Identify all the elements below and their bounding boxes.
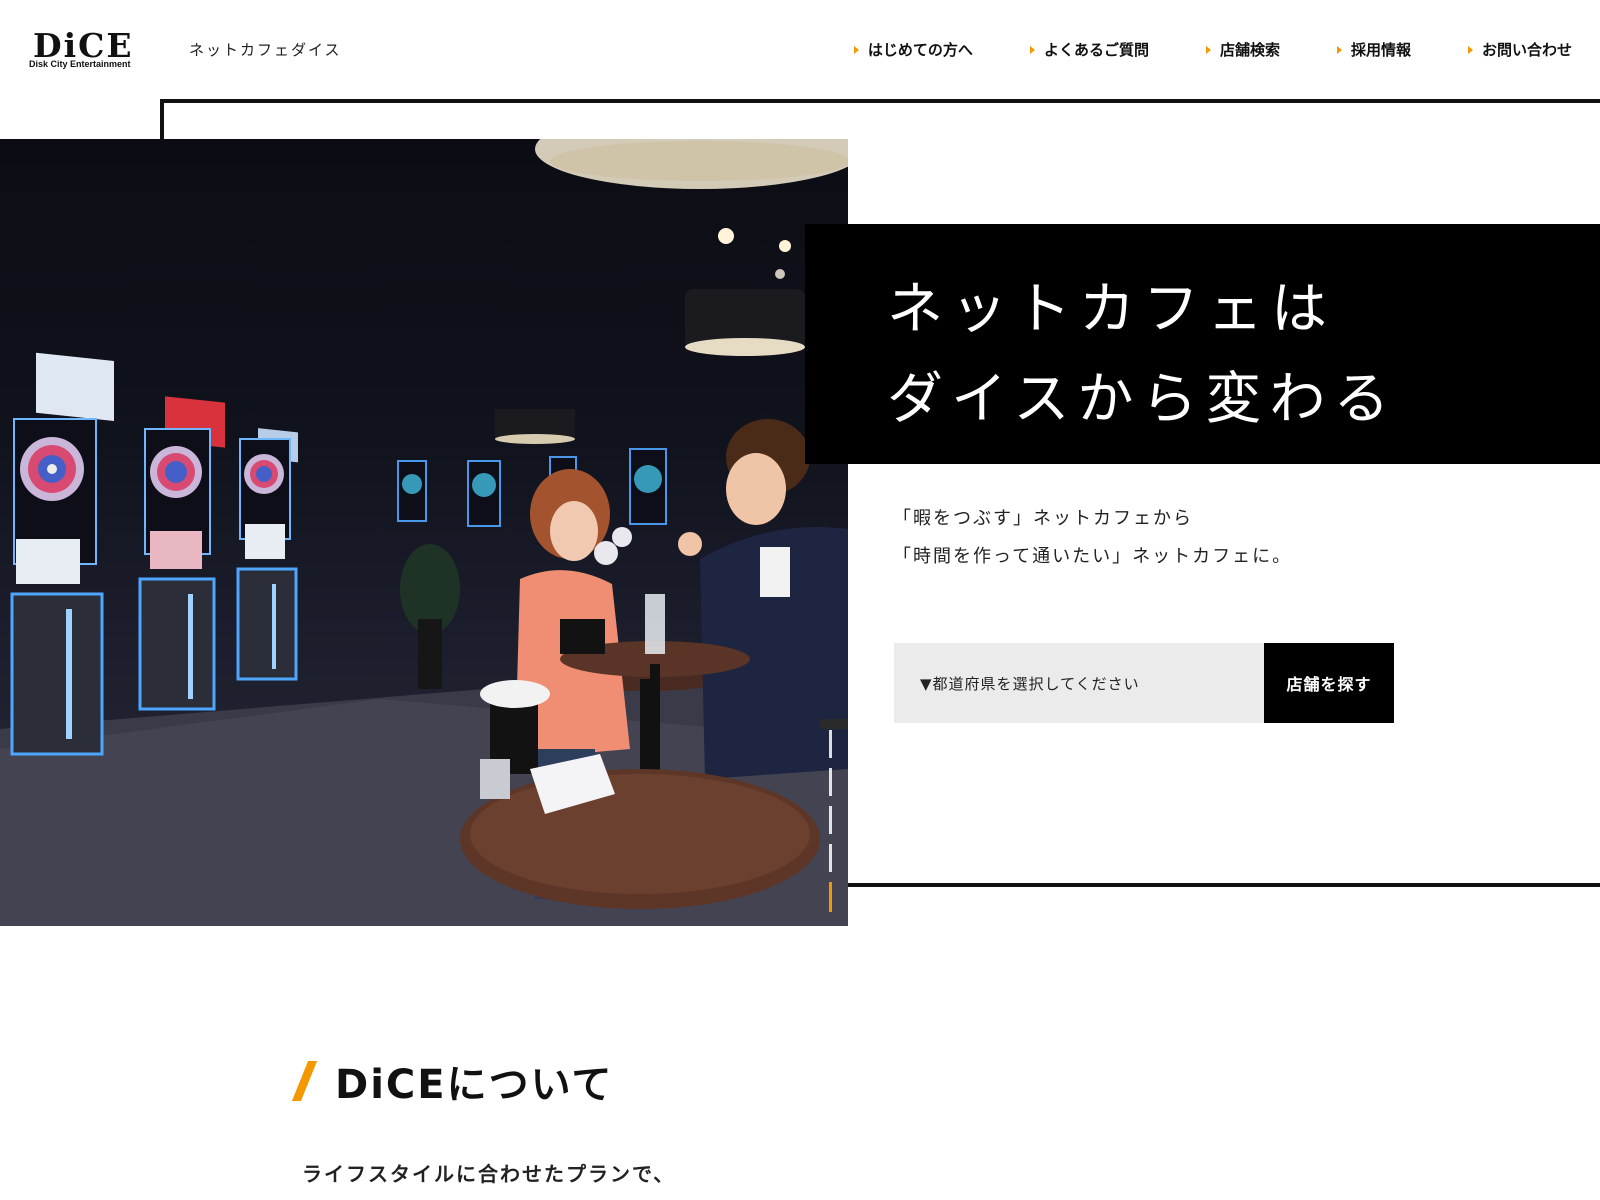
hero-lead-line1: 「暇をつぶす」ネットカフェから <box>893 508 1193 529</box>
hero-lead-line2: 「時間を作って通いたい」ネットカフェに。 <box>893 546 1293 567</box>
site-name: ネットカフェダイス <box>189 41 342 59</box>
prefecture-select[interactable]: ▼都道府県を選択してください <box>894 643 1264 723</box>
hero-photo <box>0 139 848 926</box>
slide-dot[interactable] <box>829 844 832 872</box>
nav-label: 採用情報 <box>1350 41 1411 59</box>
slide-dot[interactable] <box>829 730 832 758</box>
about-title: DiCEについて <box>335 1062 614 1108</box>
arrow-right-icon <box>1336 45 1342 54</box>
hero-frame-top-line <box>160 99 1600 103</box>
nav-item-faq[interactable]: よくあるご質問 <box>1029 39 1149 60</box>
slide-dot[interactable] <box>829 806 832 834</box>
hero-frame-left-line <box>160 99 164 139</box>
hero-frame-bottom-line <box>848 883 1600 887</box>
page: DiCE Disk City Entertainment ネットカフェダイス は… <box>0 0 1600 1200</box>
hero-title-panel: ネットカフェは ダイスから変わる <box>805 224 1600 464</box>
hero-lead: 「暇をつぶす」ネットカフェから 「時間を作って通いたい」ネットカフェに。 <box>893 500 1292 576</box>
nav-item-beginners[interactable]: はじめての方へ <box>853 39 973 60</box>
arrow-right-icon <box>1467 45 1473 54</box>
nav-item-store-search[interactable]: 店舗検索 <box>1205 39 1280 60</box>
store-search-button[interactable]: 店舗を探す <box>1264 643 1394 723</box>
about-text: ライフスタイルに合わせたプランで、 <box>302 1162 676 1186</box>
dice-logo[interactable]: DiCE Disk City Entertainment <box>29 26 159 72</box>
about-heading: DiCEについて <box>291 1052 614 1110</box>
nav-label: はじめての方へ <box>867 41 973 59</box>
darts-bar-illustration <box>0 139 848 926</box>
nav-item-contact[interactable]: お問い合わせ <box>1467 39 1572 60</box>
slash-accent-icon <box>291 1061 318 1101</box>
logo-subtext: Disk City Entertainment <box>29 59 131 69</box>
hero-title-line2: ダイスから変わる <box>887 367 1398 432</box>
nav-item-recruit[interactable]: 採用情報 <box>1336 39 1411 60</box>
nav-label: よくあるご質問 <box>1043 41 1149 59</box>
hero-title-line1: ネットカフェは <box>887 277 1335 342</box>
arrow-right-icon <box>1029 45 1035 54</box>
nav-label: 店舗検索 <box>1219 41 1280 59</box>
arrow-right-icon <box>1205 45 1211 54</box>
arrow-right-icon <box>853 45 859 54</box>
slide-dot-active[interactable] <box>829 882 832 912</box>
slide-indicator[interactable] <box>829 730 833 912</box>
global-nav: はじめての方へ よくあるご質問 店舗検索 採用情報 お問い合わせ <box>853 39 1572 60</box>
nav-label: お問い合わせ <box>1481 41 1572 59</box>
slide-dot[interactable] <box>829 768 832 796</box>
